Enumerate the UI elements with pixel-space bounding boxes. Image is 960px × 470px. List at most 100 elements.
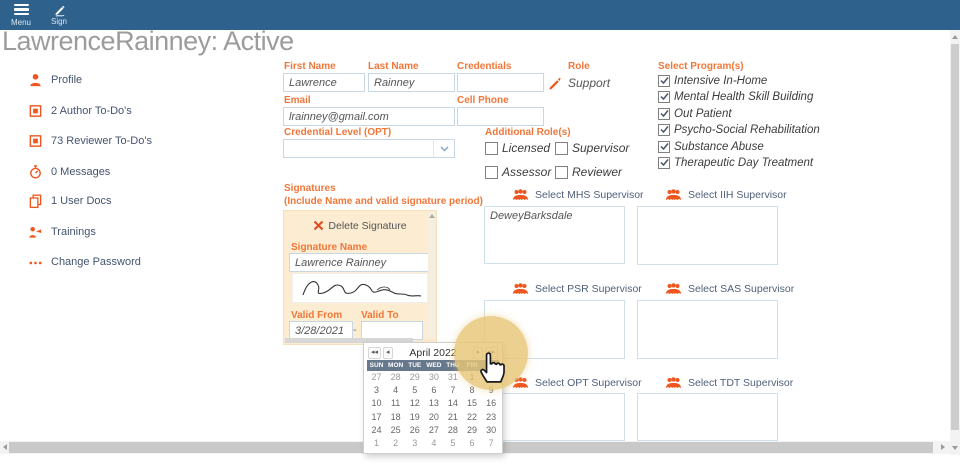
additional-role-option-assessor[interactable]: Assessor <box>485 165 555 179</box>
additional-role-option-reviewer[interactable]: Reviewer <box>555 165 645 179</box>
calendar-day-cell[interactable]: 15 <box>462 397 481 410</box>
calendar-day-cell[interactable]: 29 <box>405 371 424 384</box>
calendar-day-cell[interactable]: 30 <box>482 424 501 437</box>
sidebar-item-change-password[interactable]: Change Password <box>28 254 141 270</box>
calendar-day-cell[interactable]: 31 <box>443 371 462 384</box>
email-input[interactable] <box>283 107 455 126</box>
calendar-day-cell[interactable]: 3 <box>405 437 424 450</box>
checkbox-unchecked-icon[interactable] <box>485 142 498 155</box>
scroll-down-arrow[interactable] <box>952 446 958 450</box>
credentials-input[interactable] <box>457 73 544 92</box>
signature-name-input[interactable] <box>289 253 429 272</box>
calendar-day-cell[interactable]: 27 <box>424 424 443 437</box>
calendar-day-cell[interactable]: 16 <box>482 397 501 410</box>
additional-role-option-licensed[interactable]: Licensed <box>485 141 555 155</box>
calendar-day-cell[interactable]: 19 <box>405 411 424 424</box>
last-name-input[interactable] <box>368 73 455 92</box>
checkbox-checked-icon[interactable] <box>658 91 670 103</box>
supervisor-box-select-psr-supervisor[interactable] <box>484 300 625 359</box>
calendar-day-cell[interactable]: 4 <box>386 384 405 397</box>
calendar-day-cell[interactable]: 9 <box>482 384 501 397</box>
calendar-day-cell[interactable]: 13 <box>424 397 443 410</box>
supervisor-select-select-sas-supervisor[interactable]: Select SAS Supervisor <box>665 283 794 295</box>
calendar-day-cell[interactable]: 28 <box>443 424 462 437</box>
calendar-day-cell[interactable]: 7 <box>443 384 462 397</box>
scroll-up-arrow[interactable] <box>952 35 958 39</box>
credential-level-select[interactable] <box>283 139 455 158</box>
calendar-prev-year-button[interactable]: ◂◂ <box>368 347 381 359</box>
calendar-day-cell[interactable]: 2 <box>482 371 501 384</box>
calendar-day-cell[interactable]: 21 <box>443 411 462 424</box>
calendar-day-cell[interactable]: 7 <box>482 437 501 450</box>
checkbox-unchecked-icon[interactable] <box>555 166 568 179</box>
program-option-therapeutic-day-treatment[interactable]: Therapeutic Day Treatment <box>658 157 813 169</box>
edit-role-pencil-icon[interactable] <box>548 76 562 95</box>
calendar-prev-month-button[interactable]: ◂ <box>383 347 393 359</box>
checkbox-checked-icon[interactable] <box>658 75 670 87</box>
calendar-day-cell[interactable]: 1 <box>367 437 386 450</box>
checkbox-unchecked-icon[interactable] <box>555 142 568 155</box>
calendar-day-cell[interactable]: 11 <box>386 397 405 410</box>
sign-button[interactable]: Sign <box>40 2 78 29</box>
cell-phone-input[interactable] <box>457 107 544 126</box>
scroll-right-arrow[interactable] <box>941 444 945 450</box>
calendar-day-cell[interactable]: 8 <box>462 384 481 397</box>
sidebar-item-profile[interactable]: Profile <box>28 72 82 88</box>
calendar-day-cell[interactable]: 30 <box>424 371 443 384</box>
supervisor-select-select-psr-supervisor[interactable]: Select PSR Supervisor <box>512 283 642 295</box>
vertical-scrollbar-thumb[interactable] <box>951 44 959 430</box>
program-option-mental-health-skill-building[interactable]: Mental Health Skill Building <box>658 91 813 103</box>
calendar-day-cell[interactable]: 24 <box>367 424 386 437</box>
calendar-day-cell[interactable]: 1 <box>462 371 481 384</box>
scroll-left-arrow[interactable] <box>3 444 7 450</box>
supervisor-select-select-tdt-supervisor[interactable]: Select TDT Supervisor <box>665 377 793 389</box>
sidebar-item-1-user-docs[interactable]: 1 User Docs <box>28 193 112 209</box>
calendar-day-cell[interactable]: 22 <box>462 411 481 424</box>
calendar-day-cell[interactable]: 5 <box>443 437 462 450</box>
checkbox-checked-icon[interactable] <box>658 124 670 136</box>
calendar-day-cell[interactable]: 17 <box>367 411 386 424</box>
calendar-day-cell[interactable]: 23 <box>482 411 501 424</box>
supervisor-box-select-sas-supervisor[interactable] <box>637 300 778 359</box>
checkbox-checked-icon[interactable] <box>658 157 670 169</box>
sidebar-item-0-messages[interactable]: 0 Messages <box>28 164 110 180</box>
calendar-next-year-button[interactable]: ▸▸ <box>485 347 498 359</box>
calendar-day-cell[interactable]: 25 <box>386 424 405 437</box>
calendar-day-cell[interactable]: 18 <box>386 411 405 424</box>
sidebar-item-2-author-to-do-s[interactable]: 2 Author To-Do's <box>28 103 132 119</box>
vertical-scrollbar[interactable] <box>950 30 960 455</box>
calendar-day-cell[interactable]: 4 <box>424 437 443 450</box>
supervisor-box-select-tdt-supervisor[interactable] <box>637 393 778 441</box>
calendar-day-cell[interactable]: 10 <box>367 397 386 410</box>
menu-button[interactable]: Menu <box>2 2 40 29</box>
supervisor-box-select-iih-supervisor[interactable] <box>637 206 778 265</box>
calendar-day-cell[interactable]: 28 <box>386 371 405 384</box>
calendar-day-cell[interactable]: 6 <box>462 437 481 450</box>
signature-panel-scrollbar[interactable] <box>428 212 435 338</box>
checkbox-checked-icon[interactable] <box>658 141 670 153</box>
calendar-day-cell[interactable]: 29 <box>462 424 481 437</box>
checkbox-checked-icon[interactable] <box>658 108 670 120</box>
program-option-out-patient[interactable]: Out Patient <box>658 108 732 120</box>
supervisor-box-select-opt-supervisor[interactable] <box>484 393 625 441</box>
delete-signature-button[interactable]: Delete Signature <box>284 220 436 232</box>
supervisor-select-select-iih-supervisor[interactable]: Select IIH Supervisor <box>665 189 787 201</box>
calendar-day-cell[interactable]: 20 <box>424 411 443 424</box>
program-option-intensive-in-home[interactable]: Intensive In-Home <box>658 75 767 87</box>
calendar-day-cell[interactable]: 3 <box>367 384 386 397</box>
supervisor-select-select-mhs-supervisor[interactable]: Select MHS Supervisor <box>512 189 644 201</box>
calendar-next-month-button[interactable]: ▸ <box>473 347 483 359</box>
program-option-psycho-social-rehabilitation[interactable]: Psycho-Social Rehabilitation <box>658 124 820 136</box>
sidebar-item-73-reviewer-to-do-s[interactable]: 73 Reviewer To-Do's <box>28 133 152 149</box>
additional-role-option-supervisor[interactable]: Supervisor <box>555 141 645 155</box>
calendar-day-cell[interactable]: 5 <box>405 384 424 397</box>
supervisor-box-select-mhs-supervisor[interactable]: DeweyBarksdale <box>484 206 625 264</box>
calendar-day-cell[interactable]: 27 <box>367 371 386 384</box>
calendar-day-cell[interactable]: 26 <box>405 424 424 437</box>
sidebar-item-trainings[interactable]: Trainings <box>28 224 96 240</box>
calendar-day-cell[interactable]: 2 <box>386 437 405 450</box>
first-name-input[interactable] <box>283 73 365 92</box>
program-option-substance-abuse[interactable]: Substance Abuse <box>658 141 764 153</box>
calendar-day-cell[interactable]: 12 <box>405 397 424 410</box>
calendar-day-cell[interactable]: 14 <box>443 397 462 410</box>
